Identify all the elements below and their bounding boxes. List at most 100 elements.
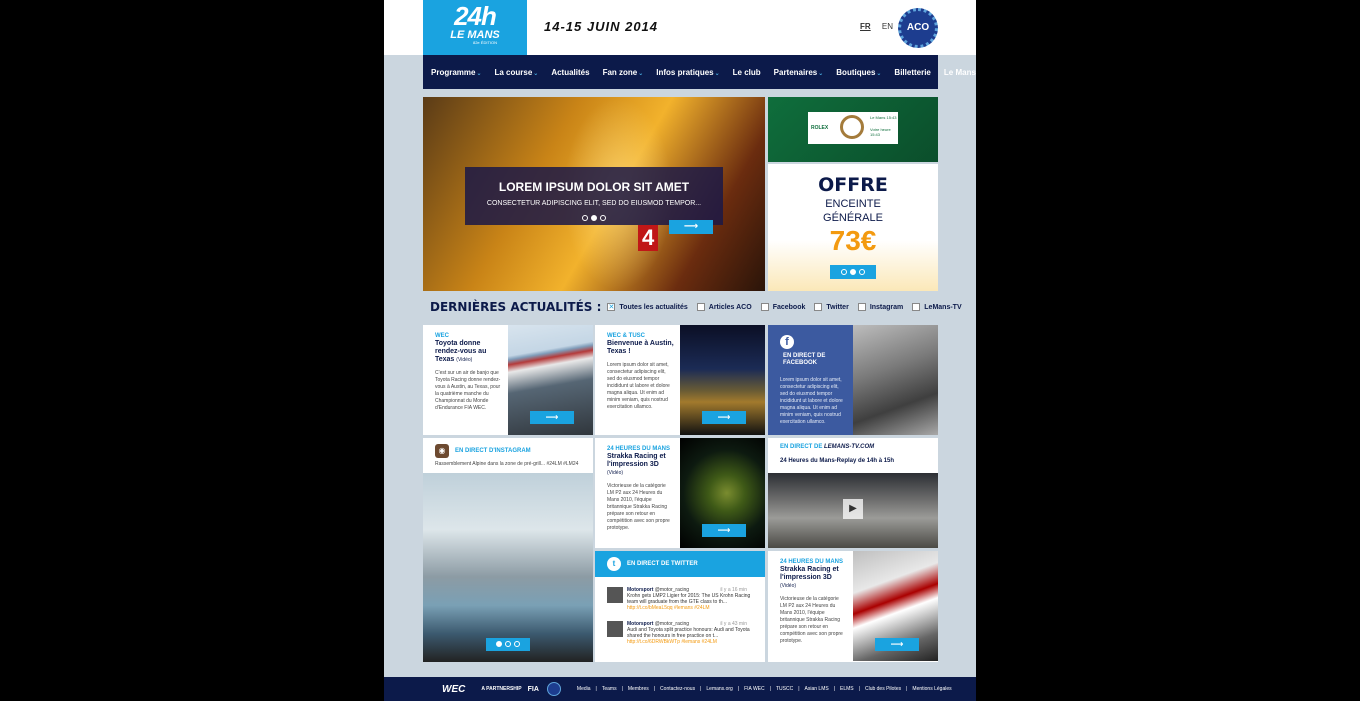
footer-link[interactable]: Contactez-nous — [660, 686, 695, 692]
nav-item-6[interactable]: Partenaires⌄ — [774, 68, 824, 77]
tile-headline[interactable]: Strakka Racing et l'impression 3D (Vidéo… — [780, 566, 847, 590]
news-tile-tusc[interactable]: WEC & TUSC Bienvenue à Austin, Texas ! L… — [595, 325, 765, 435]
offer-pager-dot[interactable] — [859, 269, 865, 275]
instagram-tile[interactable]: ◉ EN DIRECT D'INSTAGRAM Rassemblement Al… — [423, 438, 593, 662]
offer-pager-dot-active[interactable] — [850, 269, 856, 275]
play-icon[interactable]: ▶ — [843, 499, 863, 519]
video-player[interactable]: ▶ — [768, 473, 938, 548]
divider: | — [833, 686, 836, 692]
hero-pager-dot-active[interactable] — [591, 215, 597, 221]
aco-logo[interactable]: ACO — [898, 8, 938, 48]
nav-item-4[interactable]: Infos pratiques⌄ — [656, 68, 719, 77]
offer-pager — [830, 265, 876, 279]
hero-pager-dot[interactable] — [600, 215, 606, 221]
filter-4[interactable]: Instagram — [857, 303, 903, 311]
filter-3[interactable]: Twitter — [814, 303, 849, 311]
footer-link[interactable]: Membres — [628, 686, 649, 692]
wec-logo[interactable]: WEC — [442, 684, 465, 695]
tile-headline[interactable]: Strakka Racing et l'impression 3D (Vidéo… — [607, 453, 674, 477]
facebook-tile[interactable]: f EN DIRECT DE FACEBOOK Lorem ipsum dolo… — [768, 325, 938, 435]
fia-logo[interactable]: FIA — [528, 686, 539, 693]
lemans-tv-tile[interactable]: EN DIRECT DE LEMANS-TV.COM 24 Heures du … — [768, 438, 938, 548]
arrow-right-icon[interactable]: ⟶ — [702, 411, 746, 424]
news-tile-strakka[interactable]: 24 HEURES DU MANS Strakka Racing et l'im… — [595, 438, 765, 548]
footer-link[interactable]: ELMS — [840, 686, 854, 692]
checkbox[interactable] — [814, 303, 823, 311]
news-tile-strakka-2[interactable]: 24 HEURES DU MANS Strakka Racing et l'im… — [768, 551, 938, 662]
instagram-icon: ◉ — [435, 444, 449, 458]
arrow-right-icon[interactable]: ⟶ — [702, 524, 746, 537]
tile-category: 24 HEURES DU MANS — [780, 559, 844, 565]
rolex-clock-banner[interactable]: ROLEX Le Mans 15:43 Votre heure 15:43 — [768, 97, 938, 162]
nav-item-3[interactable]: Fan zone⌄ — [603, 68, 644, 77]
footer-link[interactable]: Media — [577, 686, 591, 692]
filter-0[interactable]: ✕ Toutes les actualités — [607, 303, 688, 311]
news-tile-wec[interactable]: WEC Toyota donne rendez-vous au Texas (V… — [423, 325, 593, 435]
nav-item-9[interactable]: Le Mans TV — [944, 68, 976, 77]
instagram-pager-dot-active[interactable] — [496, 641, 502, 647]
chevron-down-icon: ⌄ — [476, 70, 482, 77]
tile-headline[interactable]: Bienvenue à Austin, Texas ! — [607, 340, 674, 356]
hero-title: LOREM IPSUM DOLOR SIT AMET — [498, 180, 690, 194]
lemans-tv-caption: 24 Heures du Mans-Replay de 14h à 15h — [780, 458, 895, 464]
footer-link[interactable]: FIA WEC — [744, 686, 765, 692]
footer-link[interactable]: Club des Pilotes — [865, 686, 901, 692]
filter-1[interactable]: Articles ACO — [696, 303, 752, 311]
offer-price: 73€ — [829, 225, 877, 256]
tweet-link[interactable]: http://t.co/6DRWBkWTp #lemans #24LM — [627, 639, 717, 645]
instagram-pager-dot[interactable] — [505, 641, 511, 647]
tile-category: WEC & TUSC — [607, 333, 645, 339]
tweet[interactable]: Motorsport @motor_racing il y a 43 min A… — [607, 621, 757, 645]
checkbox[interactable] — [857, 303, 866, 311]
le-mans-logo[interactable]: 24h LE MANS 82e ÉDITION — [423, 0, 527, 55]
checkbox[interactable] — [696, 303, 705, 311]
arrow-right-icon[interactable]: ⟶ — [875, 638, 919, 651]
offer-pager-dot[interactable] — [841, 269, 847, 275]
arrow-right-icon[interactable]: ⟶ — [530, 411, 574, 424]
header: 24h LE MANS 82e ÉDITION 14-15 JUIN 2014 … — [384, 0, 976, 55]
page: 24h LE MANS 82e ÉDITION 14-15 JUIN 2014 … — [384, 0, 976, 701]
nav-item-5[interactable]: Le club — [733, 68, 761, 77]
instagram-pager-dot[interactable] — [514, 641, 520, 647]
instagram-title: EN DIRECT D'INSTAGRAM — [455, 448, 531, 454]
lemans-tv-logo: LEMANS-TV.COM — [824, 444, 875, 450]
footer-link[interactable]: Asian LMS — [805, 686, 829, 692]
checkbox[interactable] — [912, 303, 921, 311]
hero-subtitle: CONSECTETUR ADIPISCING ELIT, SED DO EIUS… — [486, 200, 702, 207]
checkbox[interactable] — [760, 303, 769, 311]
tile-body: C'est sur un air de banjo que Toyota Rac… — [435, 370, 501, 411]
ticket-offer-banner[interactable]: OFFRE ENCEINTE GÉNÉRALE 73€ — [768, 164, 938, 291]
clock-icon — [840, 115, 864, 139]
checkbox[interactable]: ✕ — [607, 303, 616, 311]
tweet-link[interactable]: http://t.co/bMeaL5qq #lemans #24LM — [627, 605, 710, 611]
nav-item-0[interactable]: Programme⌄ — [431, 68, 482, 77]
divider: | — [621, 686, 623, 692]
footer-link[interactable]: Teams — [602, 686, 617, 692]
nav-item-1[interactable]: La course⌄ — [495, 68, 539, 77]
tile-body: Victorieuse de la catégorie LM P2 aux 24… — [780, 596, 843, 644]
nav-item-2[interactable]: Actualités — [551, 68, 589, 77]
tile-text: WEC Toyota donne rendez-vous au Texas (V… — [423, 325, 508, 412]
tile-headline[interactable]: Toyota donne rendez-vous au Texas (Vidéo… — [435, 340, 502, 364]
tile-image — [853, 325, 938, 435]
aco-footer-logo[interactable] — [546, 682, 561, 696]
filter-2[interactable]: Facebook — [760, 303, 805, 311]
nav-item-8[interactable]: Billetterie — [894, 68, 930, 77]
avatar — [607, 621, 623, 637]
hero-pager-dot[interactable] — [582, 215, 588, 221]
tweet[interactable]: Motorsport @motor_racing il y a 16 min K… — [607, 587, 757, 611]
main-nav: Programme⌄ La course⌄ Actualités Fan zone⌄ I… — [423, 55, 976, 89]
lang-en-link[interactable]: EN — [882, 22, 893, 31]
nav-item-7[interactable]: Boutiques⌄ — [836, 68, 881, 77]
hero-next-arrow-icon[interactable]: ⟶ — [669, 220, 713, 234]
hero-slider[interactable]: 4 LOREM IPSUM DOLOR SIT AMET CONSECTETUR… — [423, 97, 765, 291]
footer-link[interactable]: Lemans.org — [706, 686, 732, 692]
lang-fr-link[interactable]: FR — [860, 22, 871, 31]
footer-link[interactable]: TUSCC — [776, 686, 793, 692]
instagram-header: ◉ EN DIRECT D'INSTAGRAM — [435, 444, 531, 458]
facebook-icon: f — [780, 334, 794, 349]
footer-link[interactable]: Mentions Légales — [912, 686, 951, 692]
twitter-tile[interactable]: t EN DIRECT DE TWITTER Motorsport @motor… — [595, 551, 765, 662]
divider: | — [595, 686, 597, 692]
filter-5[interactable]: LeMans-TV — [912, 303, 962, 311]
